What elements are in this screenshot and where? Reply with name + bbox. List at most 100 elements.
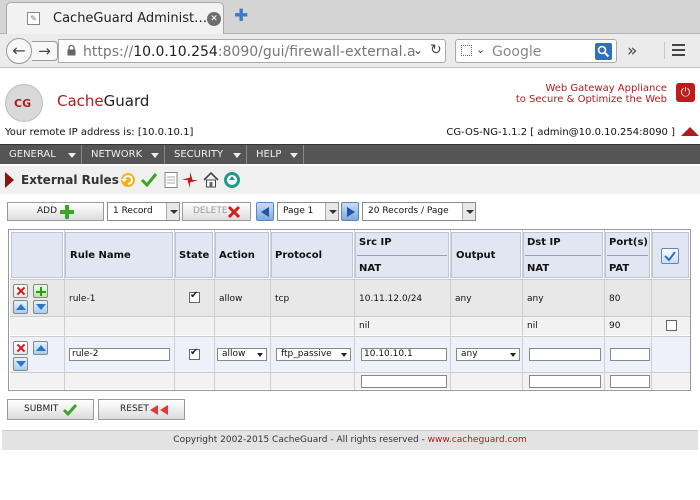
records-count-select[interactable]: 1 Record [107,202,180,221]
home-icon[interactable] [202,171,220,189]
delete-button[interactable]: DELETE [182,202,251,221]
protocol-cell: tcp [275,294,290,304]
menu-help[interactable]: HELP [247,145,304,164]
header-action: Action [215,232,269,278]
reset-button[interactable]: RESET [98,399,185,420]
copyright-text: Copyright 2002-2015 CacheGuard - All rig… [173,435,527,445]
output-select[interactable]: any [456,348,520,361]
submit-button[interactable]: SUBMIT [7,399,94,420]
remote-ip-text: Your remote IP address is: [10.0.10.1] [5,127,194,138]
sync-icon[interactable] [223,171,241,189]
table-header-controls [11,232,63,278]
back-arrow-icon[interactable]: ← [6,38,32,64]
header-output: Output [451,232,521,278]
menu-security[interactable]: SECURITY [165,145,247,164]
header-src-nat: NAT [359,263,382,274]
rule-name-input[interactable]: rule-2 [69,348,170,361]
url-bar[interactable]: https://10.0.10.254:8090/gui/firewall-ex… [58,39,446,63]
search-box[interactable]: ⌄ Google [455,39,617,63]
tab-close-icon[interactable]: ✕ [207,12,221,26]
action-cell: allow [219,294,243,304]
move-down-icon[interactable] [33,300,48,314]
dst-nat-cell: nil [527,321,538,331]
src-nat-cell: nil [359,321,370,331]
row-select-checkbox[interactable] [666,320,677,331]
insert-row-icon[interactable] [33,284,48,298]
rules-table: Rule Name State Action Protocol Src IP N… [8,229,691,391]
delete-x-icon [227,205,241,219]
chevron-down-icon [233,153,241,158]
firewall-icon[interactable] [181,171,199,189]
delete-row-icon[interactable] [13,284,28,298]
chevron-down-icon [166,203,179,220]
dst-ip-input[interactable] [529,348,601,361]
tab-title: CacheGuard Administ… [53,11,208,26]
pat-input[interactable] [610,375,650,388]
url-history-dropdown-icon[interactable]: ⌄ [413,43,423,57]
search-engine-icon[interactable] [461,45,472,56]
browser-tab[interactable]: ✎ CacheGuard Administ… ✕ [6,2,224,34]
src-nat-input[interactable] [361,375,447,388]
src-ip-input[interactable]: 10.10.10.1 [361,348,447,361]
header-select-all [652,232,689,278]
add-button[interactable]: ADD [7,202,104,221]
state-checkbox[interactable] [189,347,200,360]
menu-network[interactable]: NETWORK [82,145,165,164]
ports-input[interactable] [610,348,650,361]
chevron-down-icon [68,153,76,158]
undo-icon[interactable] [119,171,137,189]
lock-icon [67,45,76,56]
forward-arrow-icon[interactable]: → [32,41,58,61]
previous-page-arrow-icon[interactable] [256,202,274,221]
ports-cell: 80 [609,294,621,304]
select-all-check-icon[interactable] [661,248,679,264]
move-up-icon[interactable] [33,341,48,355]
header-protocol: Protocol [271,232,353,278]
chevron-down-icon [325,203,338,220]
records-per-page-select[interactable]: 20 Records / Page [362,202,476,221]
next-page-arrow-icon[interactable] [341,202,359,221]
logo-mark: CG [14,97,32,110]
overflow-chevron-icon[interactable]: » [627,41,637,61]
delete-row-icon[interactable] [13,341,28,355]
search-icon[interactable] [595,43,612,60]
rule-name-cell: rule-1 [69,294,96,304]
header-pat: PAT [609,263,630,274]
document-icon[interactable] [162,171,180,189]
move-down-icon[interactable] [13,357,28,371]
action-select[interactable]: allow [217,348,267,361]
session-info: CG-OS-NG-1.1.2 [ admin@10.0.10.254:8090 … [446,127,675,138]
logout-power-icon[interactable]: ⏻ [676,83,695,102]
footer: Copyright 2002-2015 CacheGuard - All rig… [2,430,698,450]
chevron-down-icon [290,153,298,158]
table-row-editing: rule-2 allow ftp_passive 10.10.10.1 any [10,336,690,372]
table-row-nat-editing [10,372,690,389]
table-row: rule-1 allow tcp 10.11.12.0/24 any any 8… [10,279,690,316]
submit-check-icon [62,404,78,417]
add-plus-icon [60,205,74,219]
reset-rewind-icon [150,405,168,415]
search-engine-dropdown-icon[interactable]: ⌄ [476,43,485,56]
table-row-nat: nil nil 90 [10,316,690,335]
apply-check-icon[interactable] [140,171,158,189]
browser-tabbar: ✎ CacheGuard Administ… ✕ ✚ [0,0,700,34]
page-select[interactable]: Page 1 [277,202,339,221]
move-up-icon[interactable] [13,300,28,314]
output-cell: any [455,294,472,304]
search-placeholder: Google [492,44,542,60]
dst-nat-input[interactable] [529,375,601,388]
src-ip-cell: 10.11.12.0/24 [359,294,423,304]
new-tab-icon[interactable]: ✚ [234,6,248,26]
collapse-up-arrow-icon[interactable] [681,127,699,136]
brand-name: CacheGuard [57,92,150,110]
cacheguard-website-link[interactable]: www.cacheguard.com [428,435,527,445]
page-title: External Rules [21,173,119,187]
state-checkbox[interactable] [189,290,200,303]
main-menubar: GENERAL NETWORK SECURITY HELP [0,144,700,164]
protocol-select[interactable]: ftp_passive [276,348,351,361]
menu-general[interactable]: GENERAL [0,145,82,164]
reload-icon[interactable]: ↻ [430,42,442,58]
header-src-ip: Src IP NAT [355,232,449,278]
header-state: State [175,232,213,278]
hamburger-menu-icon[interactable] [664,42,685,59]
